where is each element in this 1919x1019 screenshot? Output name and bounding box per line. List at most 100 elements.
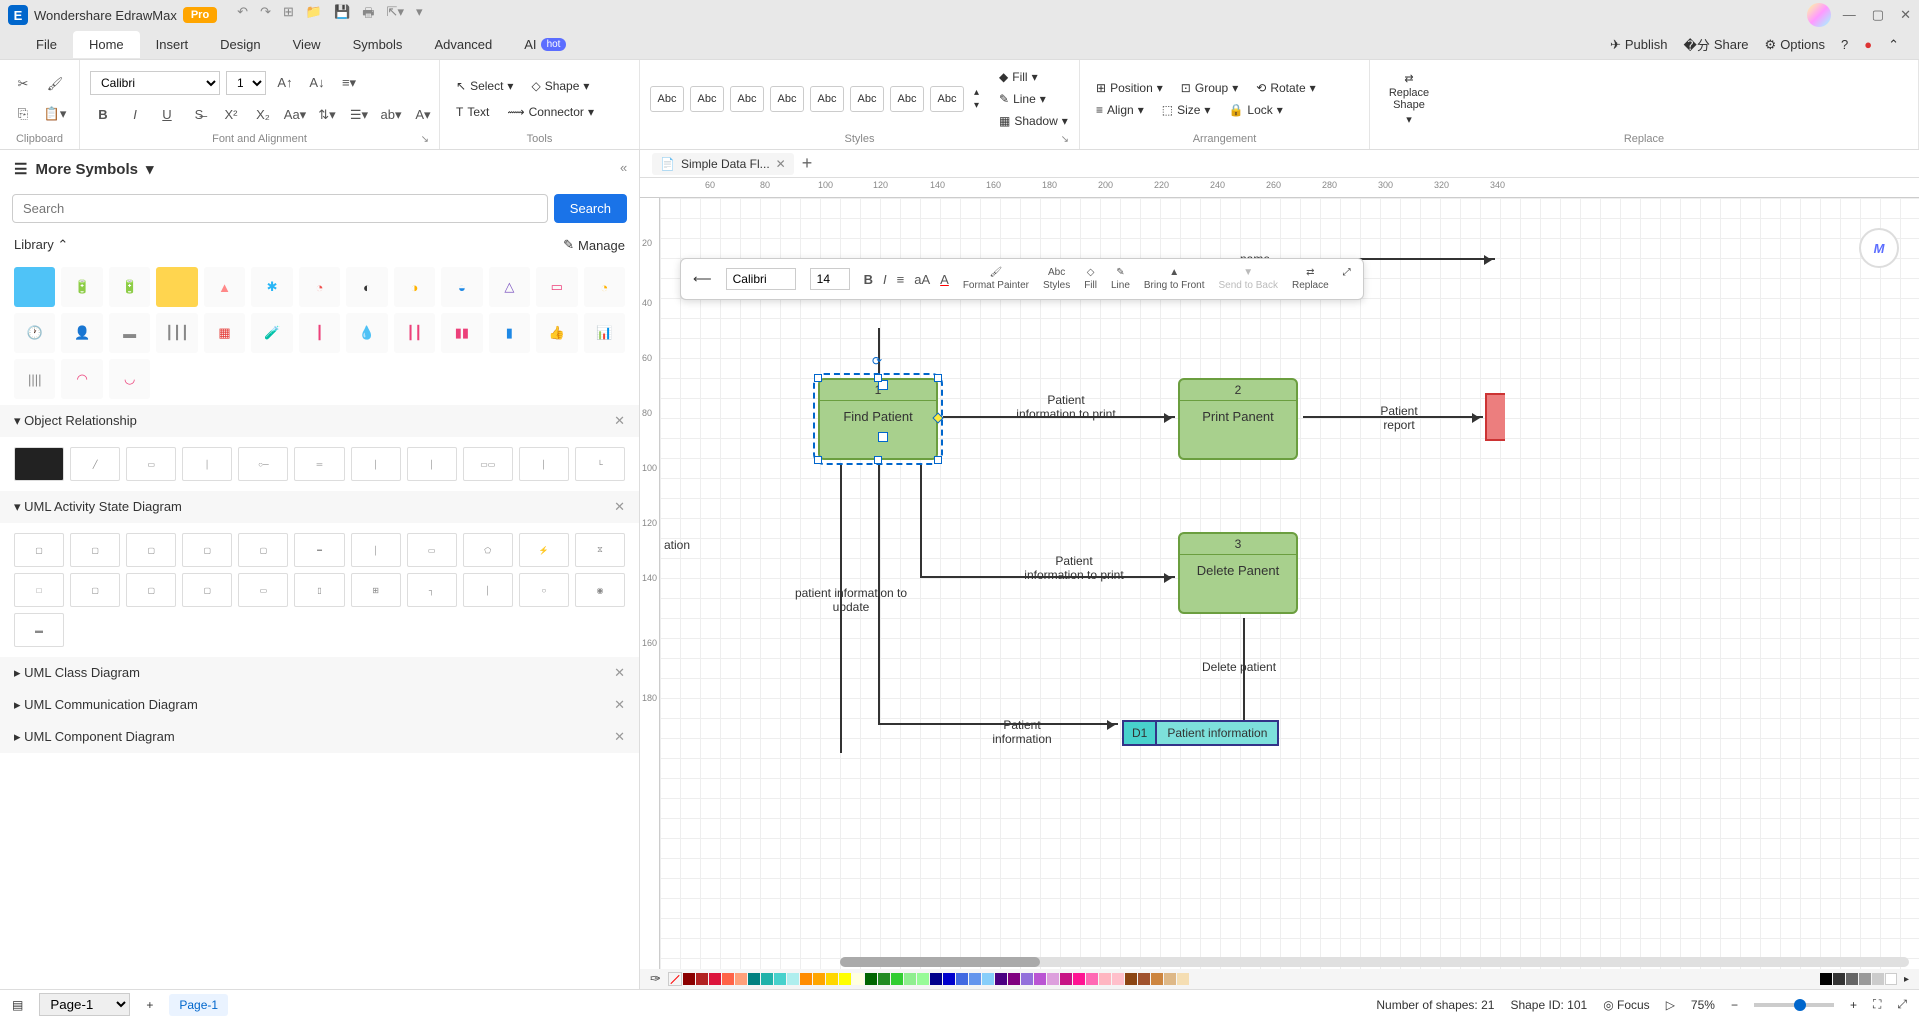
shape-item[interactable]: ▬ xyxy=(14,613,64,647)
font-size-select[interactable]: 14 xyxy=(226,71,266,95)
style-preset-1[interactable]: Abc xyxy=(650,86,684,112)
selection-handle[interactable] xyxy=(874,374,882,382)
context-format-painter[interactable]: 🖌Format Painter xyxy=(963,267,1029,291)
color-swatch[interactable] xyxy=(1833,973,1845,985)
shape-item[interactable]: │ xyxy=(351,533,401,567)
edge[interactable] xyxy=(878,328,880,378)
open-icon[interactable]: 📁 xyxy=(306,4,322,26)
page-select[interactable]: Page-1 xyxy=(39,993,130,1016)
context-styles[interactable]: AbcStyles xyxy=(1043,267,1070,291)
document-tab[interactable]: 📄 Simple Data Fl... ✕ xyxy=(652,153,794,175)
color-swatch[interactable] xyxy=(1885,973,1897,985)
connector-style-icon[interactable]: ⟵ xyxy=(693,271,712,287)
style-scroll-down-icon[interactable]: ▾ xyxy=(974,100,979,111)
style-preset-8[interactable]: Abc xyxy=(930,86,964,112)
fill-dropdown[interactable]: ◆ Fill ▾ xyxy=(993,67,1074,87)
color-swatch[interactable] xyxy=(1164,973,1176,985)
style-preset-7[interactable]: Abc xyxy=(890,86,924,112)
color-swatch[interactable] xyxy=(839,973,851,985)
color-swatch[interactable] xyxy=(1151,973,1163,985)
ai-badge[interactable]: M xyxy=(1859,228,1899,268)
decrease-font-icon[interactable]: A↓ xyxy=(304,70,330,96)
color-swatch[interactable] xyxy=(1859,973,1871,985)
shape-item[interactable]: ⧖ xyxy=(575,533,625,567)
position-button[interactable]: ⊞ Position▾ xyxy=(1090,78,1169,98)
style-scroll-up-icon[interactable]: ▴ xyxy=(974,87,979,98)
shape-item[interactable]: ▢ xyxy=(70,533,120,567)
zoom-slider[interactable] xyxy=(1754,1003,1834,1007)
symbol-item[interactable]: ▮▮ xyxy=(441,313,482,353)
subscript-icon[interactable]: X₂ xyxy=(250,102,276,128)
shape-item[interactable]: ◉ xyxy=(575,573,625,607)
shape-item[interactable]: │ xyxy=(182,447,232,481)
color-swatch[interactable] xyxy=(1820,973,1832,985)
new-icon[interactable]: ⊞ xyxy=(283,4,294,26)
symbol-item[interactable]: ┃┃┃ xyxy=(156,313,197,353)
manage-button[interactable]: ✎ Manage xyxy=(563,237,625,253)
add-tab-icon[interactable]: + xyxy=(802,153,813,174)
symbol-item[interactable]: ┃┃ xyxy=(394,313,435,353)
color-swatch[interactable] xyxy=(735,973,747,985)
fit-page-icon[interactable]: ⛶ xyxy=(1873,997,1881,1012)
shape-item[interactable]: ┐ xyxy=(407,573,457,607)
selection-handle[interactable] xyxy=(814,456,822,464)
minimize-icon[interactable]: — xyxy=(1843,7,1856,23)
context-expand-icon[interactable]: ⤢ xyxy=(1343,267,1351,278)
node-find-patient[interactable]: 1 Find Patient xyxy=(818,378,938,460)
style-preset-2[interactable]: Abc xyxy=(690,86,724,112)
canvas[interactable]: 20 40 60 80 100 120 140 160 180 ⟵ B I xyxy=(640,198,1919,969)
qat-more-icon[interactable]: ▾ xyxy=(416,4,423,26)
color-swatch[interactable] xyxy=(1112,973,1124,985)
context-line[interactable]: ✎Line xyxy=(1111,267,1130,291)
focus-button[interactable]: ◎ Focus xyxy=(1603,998,1650,1012)
color-swatch[interactable] xyxy=(1073,973,1085,985)
menu-design[interactable]: Design xyxy=(204,31,276,58)
color-swatch[interactable] xyxy=(800,973,812,985)
bullets-icon[interactable]: ☰▾ xyxy=(346,102,372,128)
symbol-item[interactable]: ▬ xyxy=(109,313,150,353)
shape-item[interactable]: ▢ xyxy=(70,573,120,607)
shape-item[interactable]: ▢ xyxy=(14,533,64,567)
fullscreen-icon[interactable]: ⤢ xyxy=(1897,997,1907,1012)
selection-handle[interactable] xyxy=(934,456,942,464)
library-label[interactable]: Library ⌃ xyxy=(14,237,68,253)
align-icon[interactable]: ≡▾ xyxy=(336,70,362,96)
section-close-icon[interactable]: ✕ xyxy=(614,697,625,713)
symbol-item[interactable]: ┃ xyxy=(299,313,340,353)
palette-scroll-icon[interactable]: ▸ xyxy=(1904,974,1909,985)
section-close-icon[interactable]: ✕ xyxy=(614,665,625,681)
menu-insert[interactable]: Insert xyxy=(140,31,205,58)
menu-home[interactable]: Home xyxy=(73,31,140,58)
color-swatch[interactable] xyxy=(683,973,695,985)
symbols-header[interactable]: ☰ More Symbols ▾ xyxy=(0,150,639,188)
line-spacing-icon[interactable]: ⇅▾ xyxy=(314,102,340,128)
print-icon[interactable]: 🖶 xyxy=(362,4,374,26)
symbol-item[interactable]: 📊 xyxy=(584,313,625,353)
shape-item[interactable]: ▭ xyxy=(126,447,176,481)
section-close-icon[interactable]: ✕ xyxy=(614,499,625,515)
style-preset-5[interactable]: Abc xyxy=(810,86,844,112)
superscript-icon[interactable]: X² xyxy=(218,102,244,128)
section-uml-class[interactable]: ▸ UML Class Diagram ✕ xyxy=(0,657,639,689)
menu-advanced[interactable]: Advanced xyxy=(418,31,508,58)
menu-ai[interactable]: AI hot xyxy=(508,31,582,58)
no-fill-swatch[interactable] xyxy=(668,972,682,986)
symbol-item[interactable]: ◐ xyxy=(346,267,387,307)
symbol-item[interactable]: 🔋 xyxy=(109,267,150,307)
replace-dropdown-icon[interactable]: ▾ xyxy=(1406,113,1412,126)
context-send-back[interactable]: ▼Send to Back xyxy=(1218,267,1277,291)
page-tab-active[interactable]: Page-1 xyxy=(169,994,228,1016)
context-replace[interactable]: ⇄Replace xyxy=(1292,267,1329,291)
symbol-item[interactable]: 💧 xyxy=(346,313,387,353)
bold-icon[interactable]: B xyxy=(90,102,116,128)
context-italic-icon[interactable]: I xyxy=(883,272,887,287)
color-swatch[interactable] xyxy=(1008,973,1020,985)
edge[interactable] xyxy=(920,463,922,578)
menu-view[interactable]: View xyxy=(277,31,337,58)
selection-handle[interactable] xyxy=(934,374,942,382)
edge-label-5[interactable]: Delete patient xyxy=(1202,660,1276,674)
close-icon[interactable]: ✕ xyxy=(1900,7,1911,23)
notification-icon[interactable]: ● xyxy=(1864,37,1872,52)
shape-item[interactable]: ○ xyxy=(519,573,569,607)
color-swatch[interactable] xyxy=(748,973,760,985)
